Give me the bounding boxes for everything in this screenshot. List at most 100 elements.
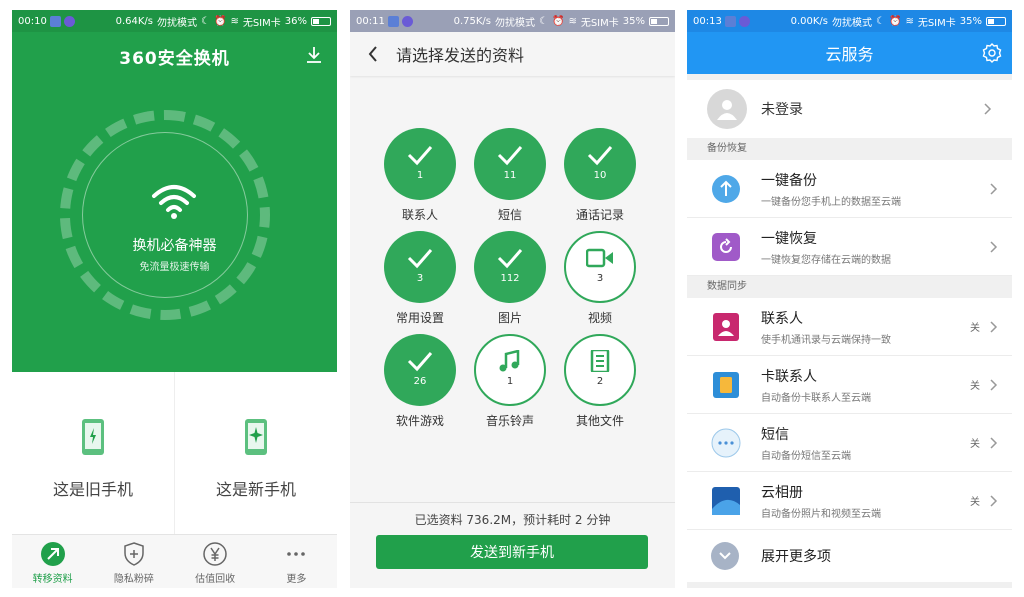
sync-sim-contacts-row[interactable]: 卡联系人 自动备份卡联系人至云端 关 [687,356,1012,414]
gear-icon[interactable] [982,43,1002,63]
tab-privacy-label: 隐私粉碎 [113,574,154,585]
data-item-circle: 3 [564,231,636,303]
send-to-new-phone-button[interactable]: 发送到新手机 [376,535,648,569]
data-item-photos[interactable]: 112 图片 [465,231,555,326]
login-label: 未登录 [761,102,803,118]
back-button[interactable] [350,32,396,76]
notification-icon [387,15,399,27]
page-header: 云服务 [687,32,1012,74]
row-subtitle: 自动备份卡联系人至云端 [761,392,871,404]
row-subtitle: 自动备份短信至云端 [761,450,851,462]
section-title-sync: 数据同步 [687,276,1012,298]
row-subtitle: 自动备份照片和视频至云端 [761,508,881,520]
data-item-count: 10 [593,169,607,181]
tab-more[interactable]: 更多 [256,535,337,588]
sync-cloud-album-row[interactable]: 云相册 自动备份照片和视频至云端 关 [687,472,1012,530]
download-icon[interactable] [305,45,323,65]
phone-choice: 这是旧手机 这是新手机 [12,372,337,537]
hero-panel: 360安全换机 换机必备神器 免流量极速传输 [12,32,337,372]
one-click-restore-row[interactable]: 一键恢复 一键恢复您存储在云端的数据 [687,218,1012,276]
data-item-count: 11 [503,169,517,181]
alarm-icon: ⏰ [551,15,565,27]
status-time: 00:13 [693,15,722,27]
row-text: 卡联系人 自动备份卡联系人至云端 [761,366,970,404]
user-icon [717,100,737,120]
tab-valuation[interactable]: 估值回收 [175,535,256,588]
section-title-backup: 备份恢复 [687,138,1012,160]
send-footer: 已选资料 736.2M，预计耗时 2 分钟 发送到新手机 [350,502,675,588]
check-icon [407,145,433,165]
data-type-grid: 1 联系人 11 短信 10 通话记录 3 常用设置 112 图片 3 视频 2… [375,128,655,429]
status-speed: 0.75K/s [453,15,492,27]
old-phone-button[interactable]: 这是旧手机 [12,372,175,537]
row-title: 联系人 [761,310,803,327]
status-mode: 勿扰模式 [832,17,873,29]
music-icon [499,349,520,371]
yen-icon [203,542,227,566]
login-row[interactable]: 未登录 [687,80,1012,138]
new-phone-button[interactable]: 这是新手机 [175,372,337,537]
check-icon [497,248,523,268]
row-text: 一键恢复 一键恢复您存储在云端的数据 [761,228,990,266]
one-click-backup-row[interactable]: 一键备份 一键备份您手机上的数据至云端 [687,160,1012,218]
tab-transfer[interactable]: 转移资料 [12,535,93,588]
data-item-circle: 2 [564,334,636,406]
sync-state[interactable]: 关 [970,319,980,334]
row-text: 云相册 自动备份照片和视频至云端 [761,482,970,520]
data-item-count: 3 [596,272,604,284]
data-item-call-log[interactable]: 10 通话记录 [555,128,645,223]
sync-contacts-row[interactable]: 联系人 使手机通讯录与云端保持一致 关 [687,298,1012,356]
transfer-icon [40,542,65,566]
data-item-count: 1 [506,375,514,387]
selection-summary: 已选资料 736.2M，预计耗时 2 分钟 [414,513,611,527]
data-item-circle: 1 [384,128,456,200]
new-phone-icon [245,419,267,455]
app-notification-icon [401,15,413,27]
data-item-music[interactable]: 1 音乐铃声 [465,334,555,429]
chevron-right-icon [990,494,998,507]
alarm-icon: ⏰ [888,15,902,27]
data-item-video[interactable]: 3 视频 [555,231,645,326]
status-battery-text: 35% [622,15,645,27]
data-item-sms[interactable]: 11 短信 [465,128,555,223]
sync-state[interactable]: 关 [970,493,980,508]
sync-state[interactable]: 关 [970,435,980,450]
data-item-settings[interactable]: 3 常用设置 [375,231,465,326]
row-text: 一键备份 一键备份您手机上的数据至云端 [761,170,990,208]
status-time: 00:11 [356,15,385,27]
row-text: 短信 自动备份短信至云端 [761,424,970,462]
sync-sms-row[interactable]: 短信 自动备份短信至云端 关 [687,414,1012,472]
moon-icon: ☾ [876,15,885,27]
hero-subtitle: 免流量极速传输 [139,262,210,273]
status-battery-text: 36% [284,15,307,27]
alarm-icon: ⏰ [213,15,227,27]
status-speed: 0.64K/s [115,15,154,27]
sync-state[interactable]: 关 [970,377,980,392]
moon-icon: ☾ [201,15,210,27]
check-icon [407,248,433,268]
page-title: 请选择发送的资料 [396,46,525,65]
restore-icon [711,232,741,262]
wifi-icon [152,185,196,219]
upload-icon [711,174,741,204]
data-item-label: 短信 [497,208,522,222]
tab-privacy-shred[interactable]: 隐私粉碎 [93,535,174,588]
check-icon [407,351,433,371]
expand-more-label: 展开更多项 [761,549,831,565]
data-item-other-files[interactable]: 2 其他文件 [555,334,645,429]
chevron-right-icon [990,320,998,333]
avatar [707,89,747,129]
video-icon [586,248,613,267]
data-item-label: 其他文件 [575,414,624,428]
data-item-label: 音乐铃声 [485,414,534,428]
expand-more-row[interactable]: 展开更多项 [687,530,1012,582]
photo-album-icon [711,486,741,516]
screen-transfer-home: 00:10 0.64K/s 勿扰模式 ☾ ⏰ ≋ 无SIM卡 36% 360安全… [12,10,337,588]
data-item-label: 常用设置 [395,311,444,325]
check-icon [497,145,523,165]
data-item-contacts[interactable]: 1 联系人 [375,128,465,223]
hero-title: 换机必备神器 [132,238,217,254]
status-sim: 无SIM卡 [917,17,956,29]
data-item-apps[interactable]: 26 软件游戏 [375,334,465,429]
data-item-circle: 3 [384,231,456,303]
